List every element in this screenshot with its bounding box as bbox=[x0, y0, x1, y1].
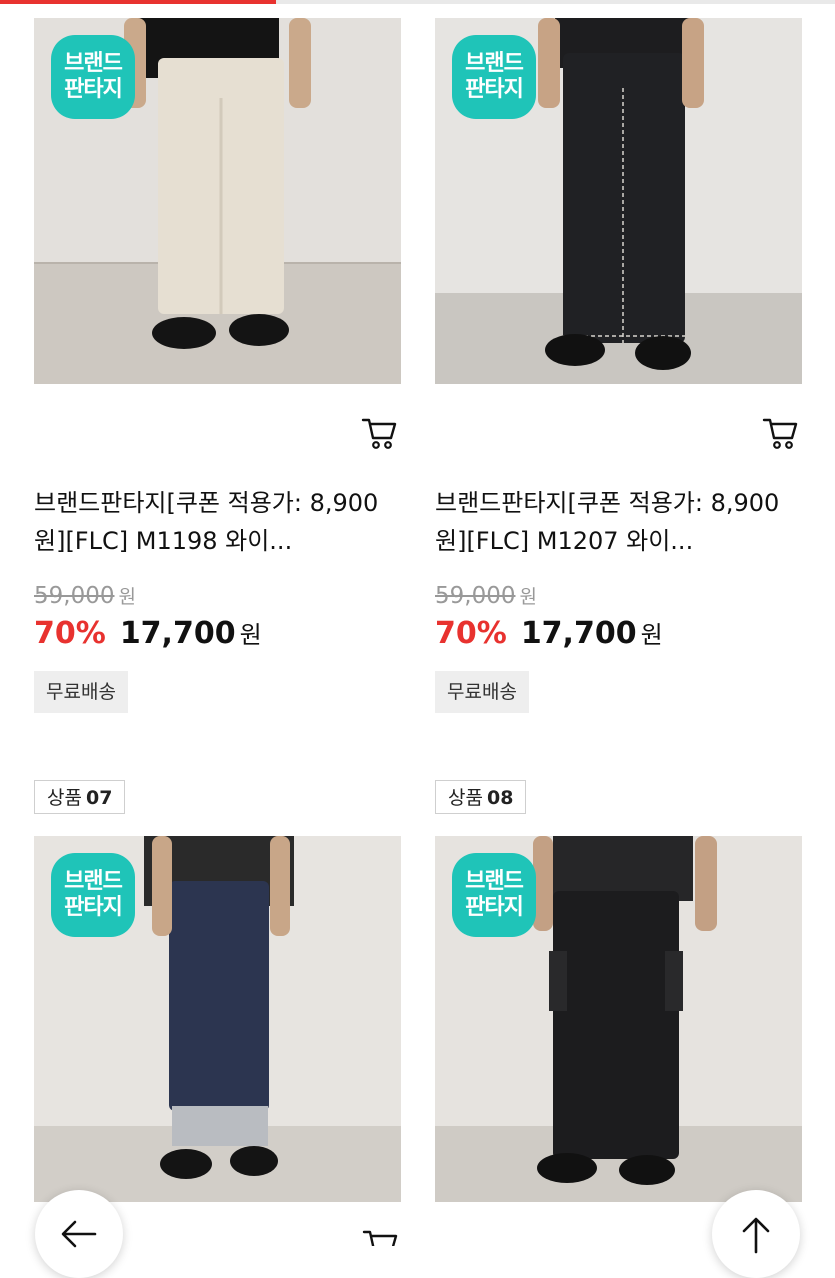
cart-icon[interactable] bbox=[361, 414, 399, 452]
product-image[interactable]: 브랜드 판타지 bbox=[34, 18, 401, 384]
free-shipping-badge: 무료배송 bbox=[435, 671, 529, 713]
cart-icon[interactable] bbox=[762, 414, 800, 452]
product-card[interactable]: 브랜드 판타지 브랜드판타지[쿠폰 적용가: 8,900원][FLC] M1198… bbox=[34, 18, 401, 713]
arrow-up-icon bbox=[742, 1217, 770, 1254]
sale-price: 70% 17,700 원 bbox=[34, 616, 262, 651]
product-image[interactable]: 브랜드 판타지 bbox=[435, 18, 802, 384]
brand-logo: 브랜드 판타지 bbox=[452, 853, 536, 937]
arrow-left-icon bbox=[61, 1220, 97, 1248]
product-title[interactable]: 브랜드판타지[쿠폰 적용가: 8,900원][FLC] M1207 와이... bbox=[435, 484, 802, 560]
original-price: 59,000 원 bbox=[435, 583, 537, 609]
discount-rate: 70% bbox=[34, 616, 106, 651]
product-card[interactable]: 상품 07 브랜드 판타지 bbox=[34, 780, 401, 1202]
original-price: 59,000 원 bbox=[34, 583, 136, 609]
brand-logo: 브랜드 판타지 bbox=[51, 853, 135, 937]
scroll-progress-fill bbox=[0, 0, 276, 4]
scroll-progress-track bbox=[0, 0, 835, 4]
product-rank-badge: 상품 08 bbox=[435, 780, 527, 814]
brand-logo: 브랜드 판타지 bbox=[51, 35, 135, 119]
product-card[interactable]: 브랜드 판타지 브랜드판타지[쿠폰 적용가: 8,900원][FLC] M1207… bbox=[435, 18, 802, 713]
scroll-to-top-button[interactable] bbox=[712, 1190, 800, 1278]
product-image[interactable]: 브랜드 판타지 bbox=[435, 836, 802, 1202]
product-title[interactable]: 브랜드판타지[쿠폰 적용가: 8,900원][FLC] M1198 와이... bbox=[34, 484, 401, 560]
back-button[interactable] bbox=[35, 1190, 123, 1278]
product-card[interactable]: 상품 08 브랜드 판타지 bbox=[435, 780, 802, 1202]
product-image[interactable]: 브랜드 판타지 bbox=[34, 836, 401, 1202]
sale-price: 70% 17,700 원 bbox=[435, 616, 663, 651]
cart-icon[interactable] bbox=[362, 1228, 400, 1246]
free-shipping-badge: 무료배송 bbox=[34, 671, 128, 713]
brand-logo: 브랜드 판타지 bbox=[452, 35, 536, 119]
discount-rate: 70% bbox=[435, 616, 507, 651]
product-rank-badge: 상품 07 bbox=[34, 780, 126, 814]
